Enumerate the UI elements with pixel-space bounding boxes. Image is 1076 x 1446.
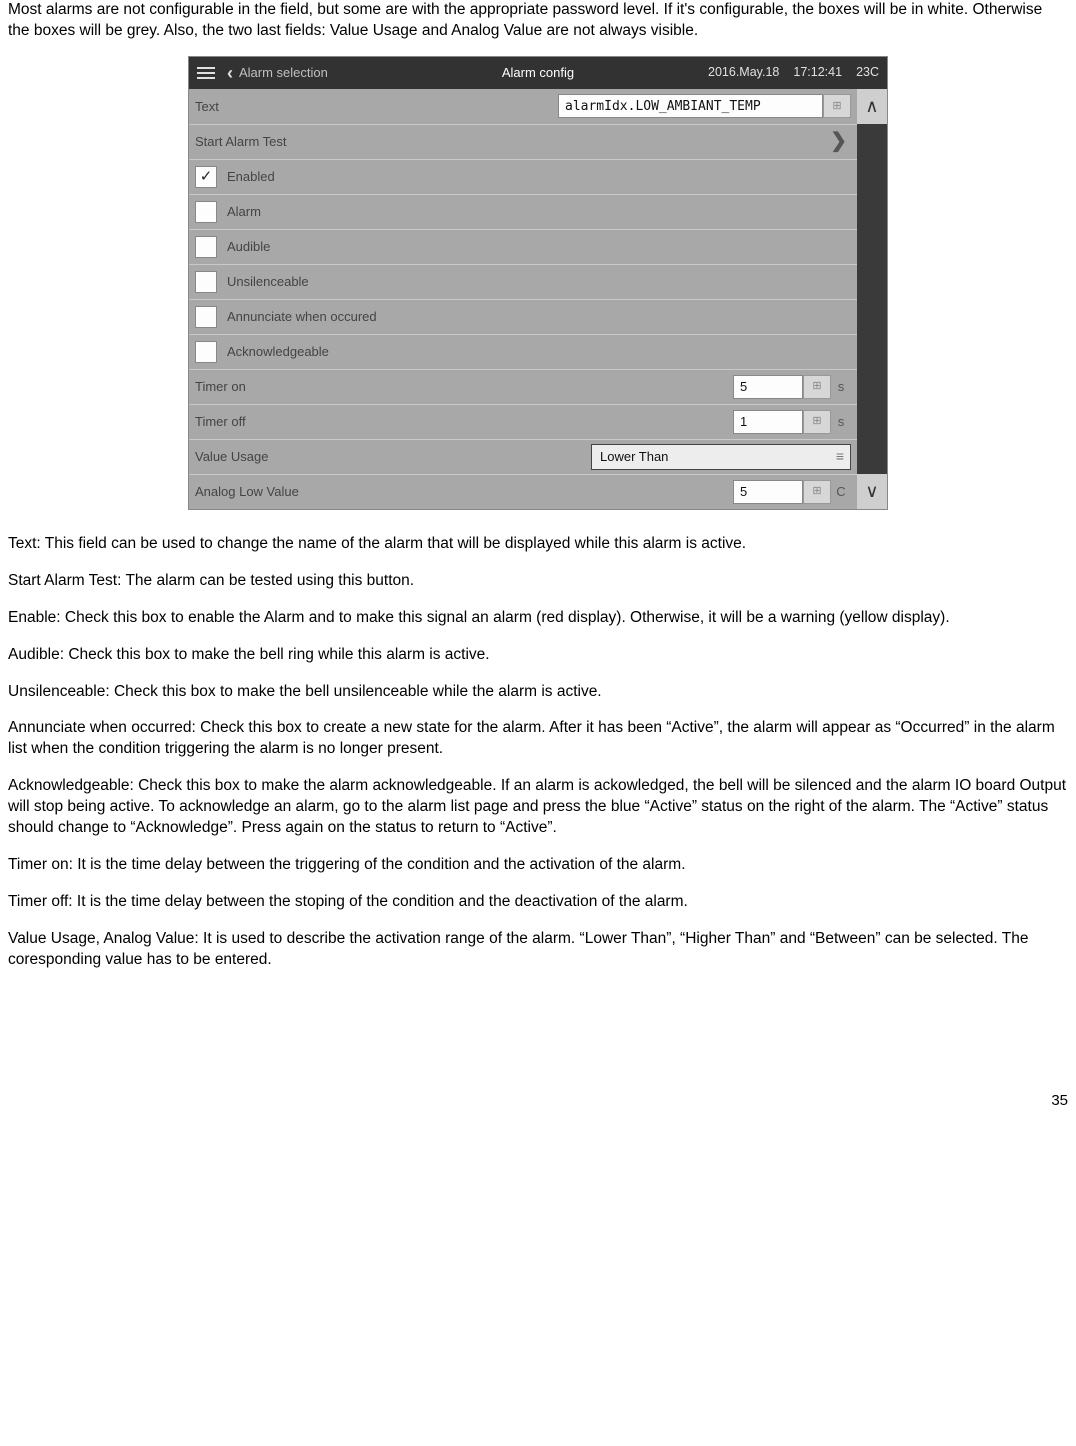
text-label: Text — [195, 98, 219, 116]
start-alarm-test-label: Start Alarm Test — [195, 133, 287, 151]
row-enabled: ✓ Enabled — [189, 159, 857, 194]
audible-checkbox[interactable] — [195, 236, 217, 258]
desc-text: Text: This field can be used to change t… — [8, 534, 1068, 555]
desc-audible: Audible: Check this box to make the bell… — [8, 645, 1068, 666]
value-usage-value: Lower Than — [600, 448, 668, 466]
acknowledgeable-label: Acknowledgeable — [227, 343, 329, 361]
chevron-right-icon: ❯ — [830, 128, 851, 155]
screen-title: Alarm config — [502, 64, 574, 82]
desc-enable: Enable: Check this box to enable the Ala… — [8, 608, 1068, 629]
analog-low-label: Analog Low Value — [195, 483, 299, 501]
back-icon[interactable]: ‹ — [227, 61, 233, 85]
unsilenceable-checkbox[interactable] — [195, 271, 217, 293]
annunciate-label: Annunciate when occured — [227, 308, 377, 326]
menu-icon[interactable] — [197, 67, 215, 79]
value-usage-select[interactable]: Lower Than ≡ — [591, 444, 851, 470]
desc-value-usage: Value Usage, Analog Value: It is used to… — [8, 929, 1068, 971]
row-value-usage: Value Usage Lower Than ≡ — [189, 439, 857, 474]
row-timer-off: Timer off 1 ⊞ s — [189, 404, 857, 439]
page-number: 35 — [8, 1091, 1068, 1111]
scroll-column: ∧ ∨ — [857, 89, 887, 509]
row-acknowledgeable: Acknowledgeable — [189, 334, 857, 369]
timer-off-label: Timer off — [195, 413, 246, 431]
desc-timer-off: Timer off: It is the time delay between … — [8, 892, 1068, 913]
keypad-icon[interactable]: ⊞ — [823, 94, 851, 118]
timer-off-unit: s — [831, 413, 851, 431]
desc-timer-on: Timer on: It is the time delay between t… — [8, 855, 1068, 876]
enabled-checkbox[interactable]: ✓ — [195, 166, 217, 188]
alarm-label: Alarm — [227, 203, 261, 221]
timer-on-label: Timer on — [195, 378, 246, 396]
row-text: Text alarmIdx.LOW_AMBIANT_TEMP ⊞ — [189, 89, 857, 124]
value-usage-label: Value Usage — [195, 448, 268, 466]
scroll-up-icon[interactable]: ∧ — [857, 89, 887, 124]
breadcrumb[interactable]: Alarm selection — [239, 64, 328, 82]
enabled-label: Enabled — [227, 168, 275, 186]
desc-acknowledgeable: Acknowledgeable: Check this box to make … — [8, 776, 1068, 839]
keypad-icon[interactable]: ⊞ — [803, 410, 831, 434]
unsilenceable-label: Unsilenceable — [227, 273, 309, 291]
desc-start-alarm-test: Start Alarm Test: The alarm can be teste… — [8, 571, 1068, 592]
acknowledgeable-checkbox[interactable] — [195, 341, 217, 363]
dropdown-icon: ≡ — [836, 447, 844, 466]
timer-off-input[interactable]: 1 — [733, 410, 803, 434]
keypad-icon[interactable]: ⊞ — [803, 375, 831, 399]
header-temp: 23C — [856, 64, 879, 81]
timer-on-input[interactable]: 5 — [733, 375, 803, 399]
scroll-track[interactable] — [857, 124, 887, 474]
intro-paragraph: Most alarms are not configurable in the … — [8, 0, 1068, 42]
row-start-alarm-test[interactable]: Start Alarm Test ❯ — [189, 124, 857, 159]
analog-low-input[interactable]: 5 — [733, 480, 803, 504]
descriptions: Text: This field can be used to change t… — [8, 534, 1068, 971]
keypad-icon[interactable]: ⊞ — [803, 480, 831, 504]
timer-on-unit: s — [831, 378, 851, 396]
alarm-config-screenshot: ‹ Alarm selection Alarm config 2016.May.… — [188, 56, 888, 510]
row-analog-low: Analog Low Value 5 ⊞ C — [189, 474, 857, 509]
desc-annunciate: Annunciate when occurred: Check this box… — [8, 718, 1068, 760]
scroll-thumb[interactable] — [857, 124, 887, 317]
audible-label: Audible — [227, 238, 270, 256]
annunciate-checkbox[interactable] — [195, 306, 217, 328]
desc-unsilenceable: Unsilenceable: Check this box to make th… — [8, 682, 1068, 703]
row-annunciate: Annunciate when occured — [189, 299, 857, 334]
row-timer-on: Timer on 5 ⊞ s — [189, 369, 857, 404]
screen-header: ‹ Alarm selection Alarm config 2016.May.… — [189, 57, 887, 89]
row-audible: Audible — [189, 229, 857, 264]
analog-low-unit: C — [831, 483, 851, 501]
scroll-down-icon[interactable]: ∨ — [857, 474, 887, 509]
alarm-checkbox[interactable] — [195, 201, 217, 223]
header-date: 2016.May.18 — [708, 64, 779, 81]
row-unsilenceable: Unsilenceable — [189, 264, 857, 299]
row-alarm: Alarm — [189, 194, 857, 229]
config-panel: Text alarmIdx.LOW_AMBIANT_TEMP ⊞ Start A… — [189, 89, 887, 509]
header-time: 17:12:41 — [793, 64, 842, 81]
text-input[interactable]: alarmIdx.LOW_AMBIANT_TEMP — [558, 94, 823, 118]
